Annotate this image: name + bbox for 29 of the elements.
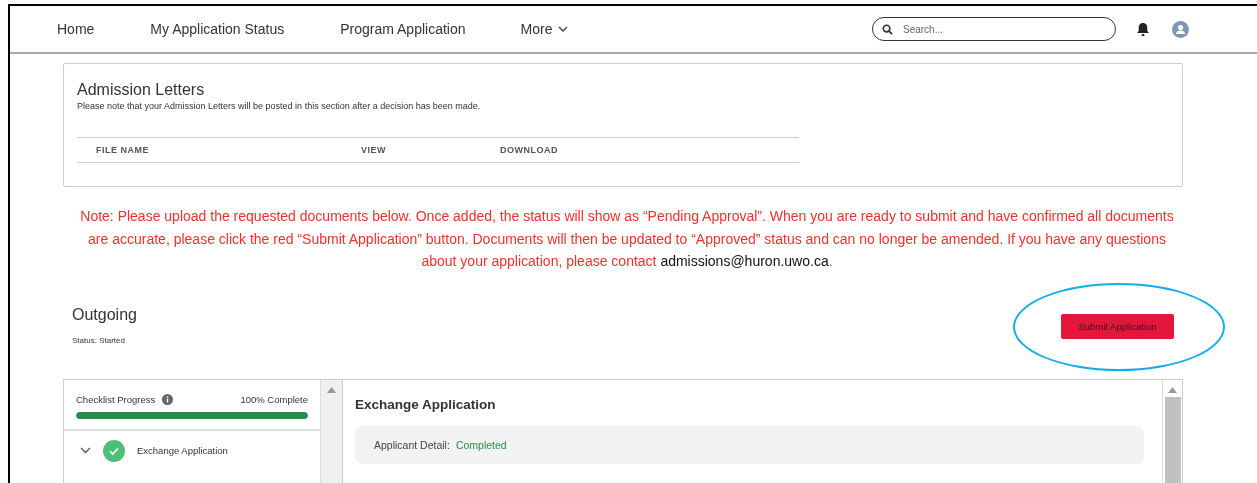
progress-text: 100% Complete: [240, 393, 308, 405]
chevron-down-icon: [558, 26, 569, 32]
checklist-label: Checklist Progress: [76, 393, 156, 405]
nav-link[interactable]: Program Application: [340, 21, 466, 37]
column-header: DOWNLOAD: [500, 145, 558, 155]
scrollbar[interactable]: [1162, 379, 1182, 483]
nav-link[interactable]: Home: [57, 21, 95, 37]
scrollbar[interactable]: [321, 379, 343, 483]
section-description: Please note that your Admission Letters will be posted in this section after a decision has been made.: [77, 101, 482, 111]
field-value: Completed: [455, 438, 507, 451]
nav-link[interactable]: My Application Status: [150, 21, 285, 37]
avatar-icon[interactable]: [1172, 20, 1189, 38]
section-title: Admission Letters: [77, 81, 206, 99]
field-label: Applicant Detail:: [374, 438, 450, 451]
scroll-up-icon[interactable]: [1168, 386, 1177, 393]
email-link[interactable]: admissions@huron.uwo.ca: [660, 253, 829, 269]
chevron-down-icon[interactable]: [80, 447, 91, 454]
column-header: VIEW: [361, 145, 387, 155]
application-title: Outgoing: [72, 305, 137, 324]
checklist-item[interactable]: Exchange Application: [64, 430, 320, 471]
bell-icon[interactable]: [1136, 21, 1150, 37]
column-header: FILE NAME: [96, 145, 150, 155]
search-field[interactable]: Search...: [872, 17, 1116, 41]
scroll-up-icon[interactable]: [327, 386, 336, 393]
detail-title: Exchange Application: [355, 396, 497, 412]
status-text: Status: Started: [72, 335, 126, 345]
more-menu[interactable]: More: [520, 21, 569, 37]
note-paragraph: Note: Please upload the requested documents below. Once added, the status will show as “Pending Approval”. When you are ready to submit and have confirmed all documents are accurate, please click the red “Submit Application” button. Documents will then be updated to “Approved” status and can no longer be amended. If you have any questions about your application, please contact admissions@huron.uwo.ca.: [79, 207, 1175, 271]
info-icon[interactable]: [162, 393, 174, 405]
